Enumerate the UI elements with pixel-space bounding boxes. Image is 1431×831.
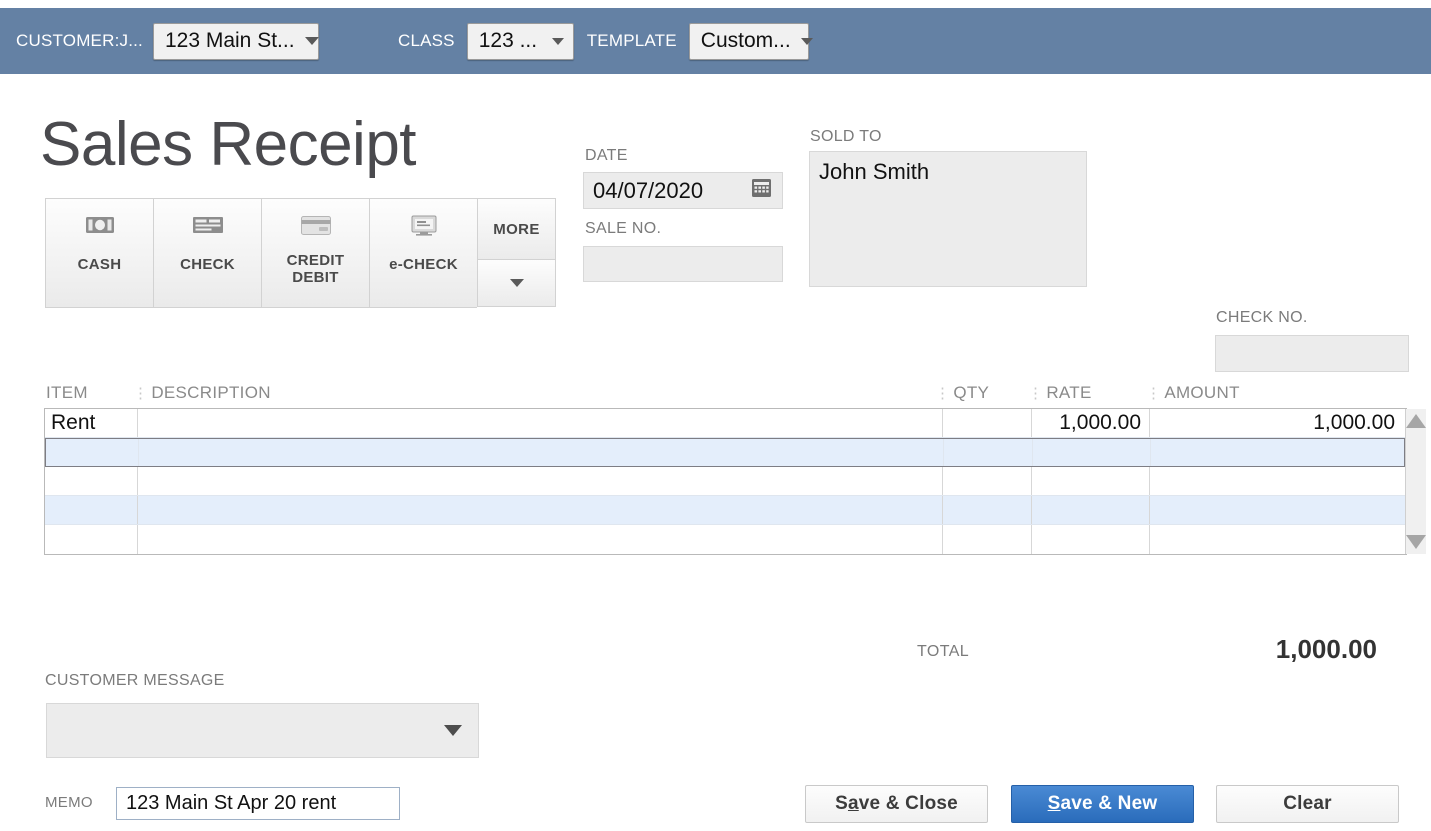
e-check-monitor-icon: [411, 208, 437, 242]
payment-method-label: CHECK: [180, 256, 235, 273]
date-label: DATE: [585, 147, 628, 164]
total-label: TOTAL: [917, 643, 970, 660]
column-header-qty: ⋮ QTY: [935, 383, 990, 402]
cell-item[interactable]: [45, 525, 138, 554]
scroll-down-arrow-icon[interactable]: [1406, 535, 1426, 549]
payment-method-echeck-button[interactable]: e-CHECK: [369, 198, 477, 308]
customer-message-dropdown[interactable]: [46, 703, 479, 758]
cell-qty[interactable]: [943, 525, 1032, 554]
chevron-down-icon: [444, 725, 462, 736]
column-header-item: ITEM: [46, 383, 88, 402]
cell-qty[interactable]: [944, 439, 1033, 466]
total-value: 1,000.00: [1275, 634, 1377, 664]
class-dropdown[interactable]: 123 ...: [466, 22, 574, 60]
sales-receipt-window: CUSTOMER:J... 123 Main St... CLASS 123 .…: [0, 0, 1431, 831]
table-row[interactable]: [45, 438, 1405, 467]
cell-amount[interactable]: [1150, 467, 1403, 495]
column-header-description: ⋮ DESCRIPTION: [133, 383, 271, 402]
cell-rate[interactable]: [1032, 496, 1150, 524]
save-and-close-button[interactable]: Save & Close: [805, 785, 988, 823]
payment-method-label-line1: CREDIT: [286, 252, 345, 269]
more-dropdown-button[interactable]: [477, 259, 556, 307]
class-label: CLASS: [397, 31, 455, 50]
cell-amount[interactable]: [1150, 496, 1403, 524]
table-row[interactable]: [45, 496, 1405, 525]
class-value: 123 ...: [478, 29, 538, 52]
payment-method-credit-debit-button[interactable]: CREDIT DEBIT: [261, 198, 369, 308]
cell-description[interactable]: [138, 409, 943, 437]
cash-banknote-icon: [85, 208, 114, 242]
customer-label: CUSTOMER:J...: [16, 31, 143, 50]
memo-label: MEMO: [45, 794, 93, 811]
payment-method-label: CASH: [77, 256, 122, 273]
cell-item[interactable]: Rent: [45, 409, 138, 437]
credit-card-icon: [300, 208, 331, 242]
cell-description[interactable]: [138, 525, 943, 554]
chevron-down-icon: [551, 37, 564, 45]
more-button[interactable]: MORE: [477, 198, 556, 260]
check-no-input[interactable]: [1215, 335, 1409, 372]
template-value: Custom...: [700, 29, 791, 52]
more-payment-methods-column: MORE: [477, 198, 556, 308]
payment-method-button-group: CASH CHECK CREDIT DEBIT e-CHECK MORE: [45, 198, 556, 308]
payment-method-check-button[interactable]: CHECK: [153, 198, 261, 308]
cell-rate[interactable]: [1032, 467, 1150, 495]
page-title: Sales Receipt: [40, 110, 417, 179]
customer-job-value: 123 Main St...: [164, 29, 295, 52]
cell-amount[interactable]: [1151, 439, 1404, 466]
save-and-new-button[interactable]: Save & New: [1011, 785, 1194, 823]
customer-job-dropdown[interactable]: 123 Main St...: [152, 22, 319, 60]
cell-item[interactable]: [45, 496, 138, 524]
sold-to-value: John Smith: [819, 159, 930, 184]
form-header-bar: CUSTOMER:J... 123 Main St... CLASS 123 .…: [0, 8, 1431, 74]
cell-rate[interactable]: [1033, 439, 1151, 466]
column-header-rate: ⋮ RATE: [1028, 383, 1092, 402]
date-value: 04/07/2020: [593, 177, 704, 203]
cell-amount[interactable]: 1,000.00: [1150, 409, 1403, 437]
payment-method-label-line2: DEBIT: [292, 269, 339, 286]
cell-qty[interactable]: [943, 467, 1032, 495]
column-header-amount: ⋮ AMOUNT: [1146, 383, 1240, 402]
calendar-icon[interactable]: [752, 179, 771, 202]
cell-item[interactable]: [45, 467, 138, 495]
table-row[interactable]: [45, 467, 1405, 496]
sale-no-input[interactable]: [583, 246, 783, 282]
sold-to-label: SOLD TO: [810, 128, 882, 145]
cell-rate[interactable]: [1032, 525, 1150, 554]
check-no-label: CHECK NO.: [1216, 309, 1308, 326]
payment-method-label: e-CHECK: [389, 256, 458, 273]
check-paper-icon: [192, 208, 223, 242]
template-dropdown[interactable]: Custom...: [688, 22, 813, 60]
clear-button[interactable]: Clear: [1216, 785, 1399, 823]
scroll-up-arrow-icon[interactable]: [1406, 414, 1426, 428]
chevron-down-icon: [304, 37, 319, 45]
payment-method-label-multiline: CREDIT DEBIT: [287, 252, 345, 286]
template-label: TEMPLATE: [586, 31, 677, 50]
cell-rate[interactable]: 1,000.00: [1032, 409, 1150, 437]
cell-description[interactable]: [138, 467, 943, 495]
cell-qty[interactable]: [943, 496, 1032, 524]
sold-to-textarea[interactable]: John Smith: [809, 151, 1087, 287]
line-items-table: Rent 1,000.00 1,000.00: [44, 408, 1426, 555]
table-row[interactable]: Rent 1,000.00 1,000.00: [45, 409, 1405, 438]
memo-input[interactable]: 123 Main St Apr 20 rent: [116, 787, 400, 820]
save-and-new-label: Save & New: [1047, 793, 1158, 814]
sale-no-label: SALE NO.: [585, 220, 662, 237]
cell-qty[interactable]: [943, 409, 1032, 437]
date-input[interactable]: 04/07/2020: [583, 172, 783, 209]
line-items-grid: Rent 1,000.00 1,000.00: [45, 409, 1405, 554]
chevron-down-icon: [509, 279, 524, 287]
cell-description[interactable]: [139, 439, 944, 466]
chevron-down-icon: [800, 37, 813, 45]
table-row[interactable]: [45, 525, 1405, 554]
save-and-close-label: Save & Close: [835, 793, 958, 814]
cell-item[interactable]: [46, 439, 139, 466]
cell-description[interactable]: [138, 496, 943, 524]
table-vertical-scrollbar[interactable]: [1405, 409, 1426, 554]
cell-amount[interactable]: [1150, 525, 1403, 554]
memo-value: 123 Main St Apr 20 rent: [126, 792, 337, 814]
customer-message-label: CUSTOMER MESSAGE: [45, 672, 225, 689]
payment-method-cash-button[interactable]: CASH: [45, 198, 153, 308]
